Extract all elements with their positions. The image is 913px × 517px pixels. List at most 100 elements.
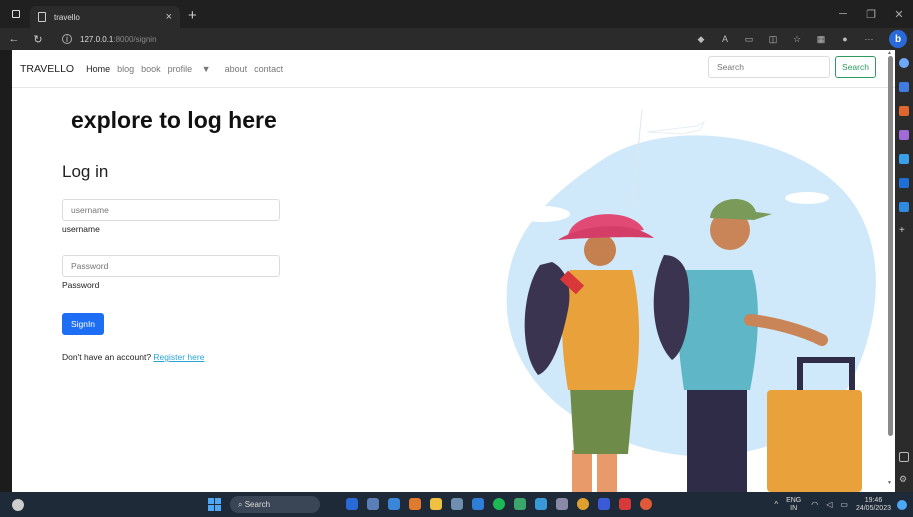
system-tray: ^ ENG IN ◠ ◁ ▭ 19:46 24/05/2023: [774, 492, 907, 517]
photos-app-icon[interactable]: [556, 498, 568, 510]
task-view-icon[interactable]: [367, 498, 379, 510]
weather-icon[interactable]: [12, 498, 24, 511]
nav-profile-dropdown[interactable]: profile ▼: [168, 64, 218, 74]
scrollbar[interactable]: ▲ ▼: [886, 50, 895, 492]
copilot-icon[interactable]: b: [889, 30, 907, 48]
clock-date: 24/05/2023: [855, 504, 891, 512]
profile-avatar-icon[interactable]: ●: [833, 34, 857, 44]
site-info-icon[interactable]: i: [62, 34, 72, 44]
sidebar-drop-icon[interactable]: [899, 202, 909, 212]
search-button[interactable]: Search: [835, 56, 876, 78]
notification-icon[interactable]: [897, 499, 907, 510]
hero-title: explore to log here: [71, 107, 277, 133]
lang-bottom: IN: [790, 504, 798, 512]
office-app-icon[interactable]: [619, 498, 631, 510]
nav-contact[interactable]: contact: [254, 64, 283, 74]
edge-sidebar: + ⚙: [895, 50, 913, 492]
airplane-icon: [646, 120, 706, 135]
battery-icon[interactable]: ▭: [840, 500, 848, 509]
sidebar-search-icon[interactable]: [899, 58, 909, 68]
favorites-icon[interactable]: ☆: [785, 34, 809, 45]
url-field[interactable]: 127.0.0.1:8000/signin: [80, 35, 157, 44]
network-app-icon[interactable]: [535, 498, 547, 510]
app-available-icon[interactable]: ▭: [737, 34, 761, 45]
windows-start-icon[interactable]: [208, 498, 221, 511]
signin-button[interactable]: SignIn: [62, 313, 104, 335]
terminal-app-icon[interactable]: [514, 498, 526, 510]
sidebar-hide-icon[interactable]: [899, 452, 909, 462]
traveler-left-leg: [572, 450, 592, 492]
login-heading: Log in: [62, 162, 109, 181]
nav-home[interactable]: Home: [86, 64, 110, 74]
minimize-icon[interactable]: ─: [829, 8, 857, 20]
restore-icon[interactable]: ❐: [857, 8, 885, 21]
brave-app-icon[interactable]: [640, 498, 652, 510]
chrome-app-icon[interactable]: [577, 498, 589, 510]
suitcase: [767, 390, 862, 492]
site-navbar: TRAVELLO Home blog book profile ▼ about …: [12, 50, 895, 88]
scroll-down-icon[interactable]: ▼: [887, 480, 892, 486]
volume-icon[interactable]: ◁: [826, 500, 832, 509]
travelers-illustration: [506, 109, 876, 492]
language-indicator[interactable]: ENG IN: [786, 497, 801, 513]
store-app-icon[interactable]: [451, 498, 463, 510]
refresh-icon[interactable]: ↻: [28, 33, 48, 46]
clock[interactable]: 19:46 24/05/2023: [856, 497, 891, 513]
search-icon: ⌕: [238, 499, 245, 509]
copilot-app-icon[interactable]: [346, 498, 358, 510]
clock-time: 19:46: [864, 496, 883, 504]
page-icon: [38, 12, 46, 22]
screen: travello × + ─ ❐ ✕ ← ↻ i 127.0.0.1:8000/…: [0, 0, 913, 517]
url-host: 127.0.0.1: [80, 34, 114, 44]
traveler-left-head: [584, 234, 616, 266]
sidebar-outlook-icon[interactable]: [899, 178, 909, 188]
search-input[interactable]: [708, 56, 830, 78]
split-screen-icon[interactable]: ◫: [761, 34, 785, 45]
password-input[interactable]: [62, 255, 280, 277]
cloud-left: [514, 206, 570, 222]
edge-app-icon[interactable]: [388, 498, 400, 510]
register-link[interactable]: Register here: [153, 352, 204, 362]
vscode-app-icon[interactable]: [472, 498, 484, 510]
workspaces-icon[interactable]: [12, 10, 20, 18]
extension-icon[interactable]: ◆: [689, 34, 713, 45]
nav-book[interactable]: book: [141, 64, 161, 74]
firefox-app-icon[interactable]: [409, 498, 421, 510]
more-icon[interactable]: ···: [857, 34, 881, 44]
spotify-app-icon[interactable]: [493, 498, 505, 510]
nav-about[interactable]: about: [225, 64, 248, 74]
taskbar-search-label: Search: [244, 500, 271, 509]
site-brand[interactable]: TRAVELLO: [20, 63, 74, 75]
browser-toolbar: ◆ A ▭ ◫ ☆ ▦ ● ··· b: [689, 28, 913, 50]
tab-close-button[interactable]: ×: [166, 11, 172, 23]
back-icon[interactable]: ←: [4, 33, 24, 45]
sidebar-add-icon[interactable]: +: [899, 226, 909, 236]
sidebar-settings-icon[interactable]: ⚙: [899, 474, 909, 484]
traveler-left-leg2: [597, 450, 617, 492]
collections-icon[interactable]: ▦: [809, 34, 833, 45]
new-tab-button[interactable]: +: [188, 7, 197, 24]
tab-title: travello: [54, 12, 80, 22]
username-label: username: [62, 224, 100, 234]
teams-app-icon[interactable]: [598, 498, 610, 510]
register-prompt-text: Don't have an account?: [62, 352, 152, 362]
tray-overflow-icon[interactable]: ^: [774, 500, 778, 509]
sidebar-office-icon[interactable]: [899, 154, 909, 164]
file-explorer-icon[interactable]: [430, 498, 442, 510]
sidebar-games-icon[interactable]: [899, 130, 909, 140]
scrollbar-thumb[interactable]: [888, 56, 893, 436]
read-aloud-icon[interactable]: A: [713, 34, 737, 44]
nav-profile: profile: [167, 63, 193, 74]
browser-tab[interactable]: travello ×: [30, 6, 180, 28]
nav-blog[interactable]: blog: [117, 64, 134, 74]
password-label: Password: [62, 280, 100, 290]
url-path: :8000/signin: [113, 34, 157, 44]
web-page: TRAVELLO Home blog book profile ▼ about …: [12, 50, 895, 492]
sidebar-tools-icon[interactable]: [899, 106, 909, 116]
close-window-icon[interactable]: ✕: [885, 8, 913, 21]
taskbar-search[interactable]: ⌕ Search: [230, 496, 320, 513]
username-input[interactable]: [62, 199, 280, 221]
sidebar-shopping-icon[interactable]: [899, 82, 909, 92]
lang-top: ENG: [786, 496, 802, 504]
wifi-icon[interactable]: ◠: [811, 500, 818, 509]
